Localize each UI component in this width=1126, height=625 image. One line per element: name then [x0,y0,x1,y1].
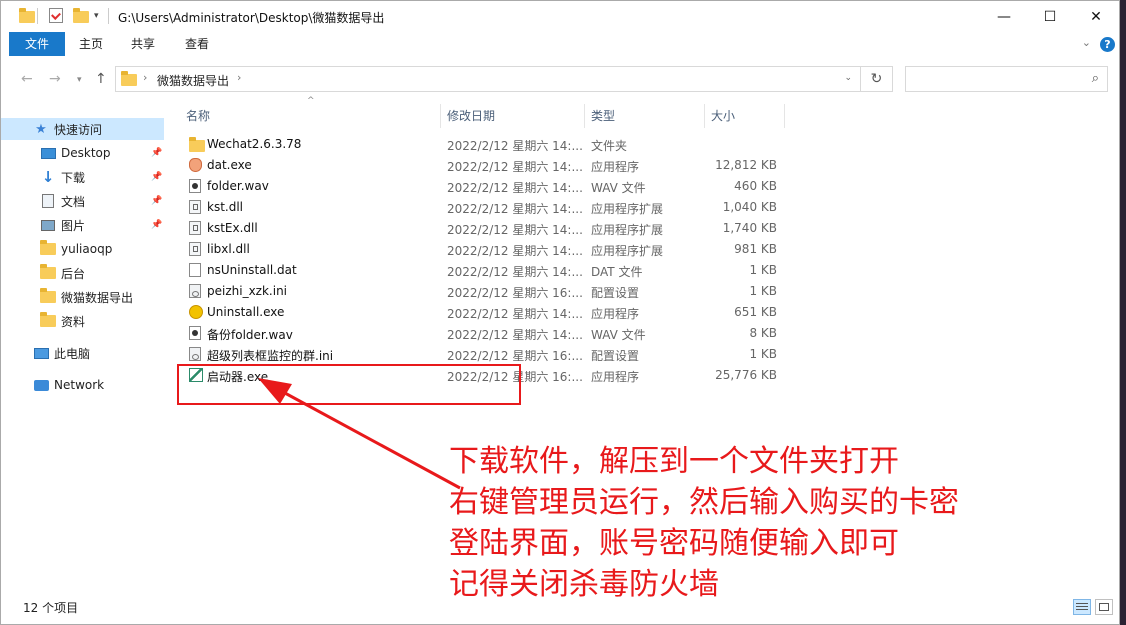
instruction-line-2: 右键管理员运行，然后输入购买的卡密 [449,485,959,520]
instruction-line-1: 下载软件，解压到一个文件夹打开 [449,444,899,479]
instruction-line-4: 记得关闭杀毒防火墙 [449,567,719,602]
instruction-line-3: 登陆界面，账号密码随便输入即可 [449,526,899,561]
